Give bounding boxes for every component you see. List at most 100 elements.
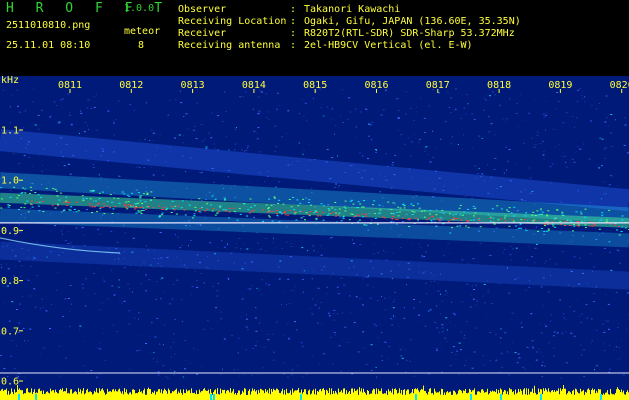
signal-pixel (273, 197, 276, 199)
signal-pixel (348, 219, 351, 221)
noise-pixel (387, 358, 389, 360)
meteor-pixel (381, 216, 384, 218)
signal-pixel (225, 209, 228, 211)
baseline-bar (529, 394, 530, 400)
signal-pixel (304, 219, 306, 221)
baseline-marker (210, 394, 212, 400)
noise-pixel (282, 373, 285, 375)
noise-pixel (421, 256, 423, 258)
baseline-bar (369, 394, 370, 400)
noise-pixel (144, 138, 146, 140)
noise-pixel (605, 320, 607, 322)
baseline-bar (545, 388, 546, 400)
noise-pixel (192, 348, 195, 350)
noise-pixel (455, 354, 457, 356)
noise-pixel (17, 105, 19, 107)
noise-pixel (436, 305, 438, 307)
noise-pixel (149, 140, 151, 141)
signal-pixel (396, 211, 399, 213)
signal-pixel (601, 214, 604, 216)
noise-pixel (377, 252, 379, 254)
noise-pixel (460, 331, 462, 333)
baseline-bar (262, 390, 263, 400)
baseline-bar (117, 391, 118, 400)
noise-pixel (294, 321, 296, 323)
signal-pixel (223, 199, 226, 201)
noise-pixel (366, 284, 369, 286)
noise-pixel (545, 260, 547, 262)
time-label-0811: 0811 (58, 80, 82, 91)
baseline-bar (433, 394, 434, 400)
noise-pixel (581, 95, 583, 97)
noise-pixel (560, 225, 562, 227)
noise-pixel (520, 93, 522, 95)
baseline-bar (405, 394, 406, 400)
noise-pixel (355, 296, 358, 298)
baseline-bar (467, 393, 468, 400)
noise-pixel (140, 349, 142, 351)
baseline-bar (514, 394, 515, 400)
baseline-bar (146, 394, 147, 400)
baseline-bar (592, 388, 593, 400)
signal-pixel (546, 220, 549, 222)
baseline-bar (615, 393, 616, 400)
baseline-bar (341, 390, 342, 400)
baseline-bar (182, 394, 183, 400)
noise-pixel (487, 164, 489, 166)
noise-pixel (472, 298, 475, 300)
noise-pixel (482, 295, 484, 297)
baseline-bar (349, 391, 350, 400)
signal-pixel (188, 204, 191, 206)
signal-pixel (38, 201, 41, 203)
baseline-bar (567, 393, 568, 400)
signal-pixel (524, 215, 527, 217)
baseline-bar (390, 390, 391, 400)
noise-pixel (237, 352, 239, 354)
baseline-bar (383, 393, 384, 400)
signal-pixel (487, 214, 490, 216)
baseline-bar (316, 394, 317, 400)
noise-pixel (449, 365, 452, 366)
noise-pixel (104, 360, 107, 361)
baseline-bar (97, 392, 98, 400)
noise-pixel (494, 334, 497, 335)
baseline-bar (555, 392, 556, 400)
noise-pixel (97, 228, 100, 230)
noise-pixel (262, 367, 265, 369)
baseline-bar (14, 389, 15, 400)
noise-pixel (463, 134, 464, 136)
noise-pixel (93, 96, 96, 98)
signal-pixel (310, 204, 313, 206)
signal-pixel (95, 200, 97, 202)
noise-pixel (58, 164, 59, 166)
time-label-0813: 0813 (181, 80, 205, 91)
noise-pixel (371, 121, 373, 123)
baseline-bar (441, 388, 442, 400)
baseline-bar (82, 390, 83, 400)
noise-pixel (82, 287, 85, 289)
noise-pixel (437, 282, 439, 284)
baseline-bar (140, 392, 141, 400)
noise-pixel (483, 97, 485, 99)
signal-pixel (123, 193, 126, 195)
noise-pixel (194, 125, 196, 127)
baseline-bar (287, 392, 288, 400)
baseline-bar (337, 394, 338, 400)
meteor-pixel (460, 219, 463, 221)
noise-pixel (45, 310, 48, 312)
noise-pixel (563, 152, 564, 154)
noise-pixel (502, 118, 505, 120)
noise-pixel (565, 319, 567, 321)
noise-pixel (239, 375, 241, 377)
baseline-bar (559, 394, 560, 400)
baseline-bar (160, 392, 161, 400)
noise-pixel (500, 328, 502, 330)
noise-pixel (254, 317, 257, 319)
signal-pixel (605, 221, 608, 223)
noise-pixel (185, 113, 188, 115)
signal-pixel (206, 203, 209, 205)
noise-pixel (156, 361, 158, 363)
noise-pixel (460, 118, 462, 120)
baseline-bar (329, 388, 330, 400)
baseline-bar (166, 391, 167, 400)
